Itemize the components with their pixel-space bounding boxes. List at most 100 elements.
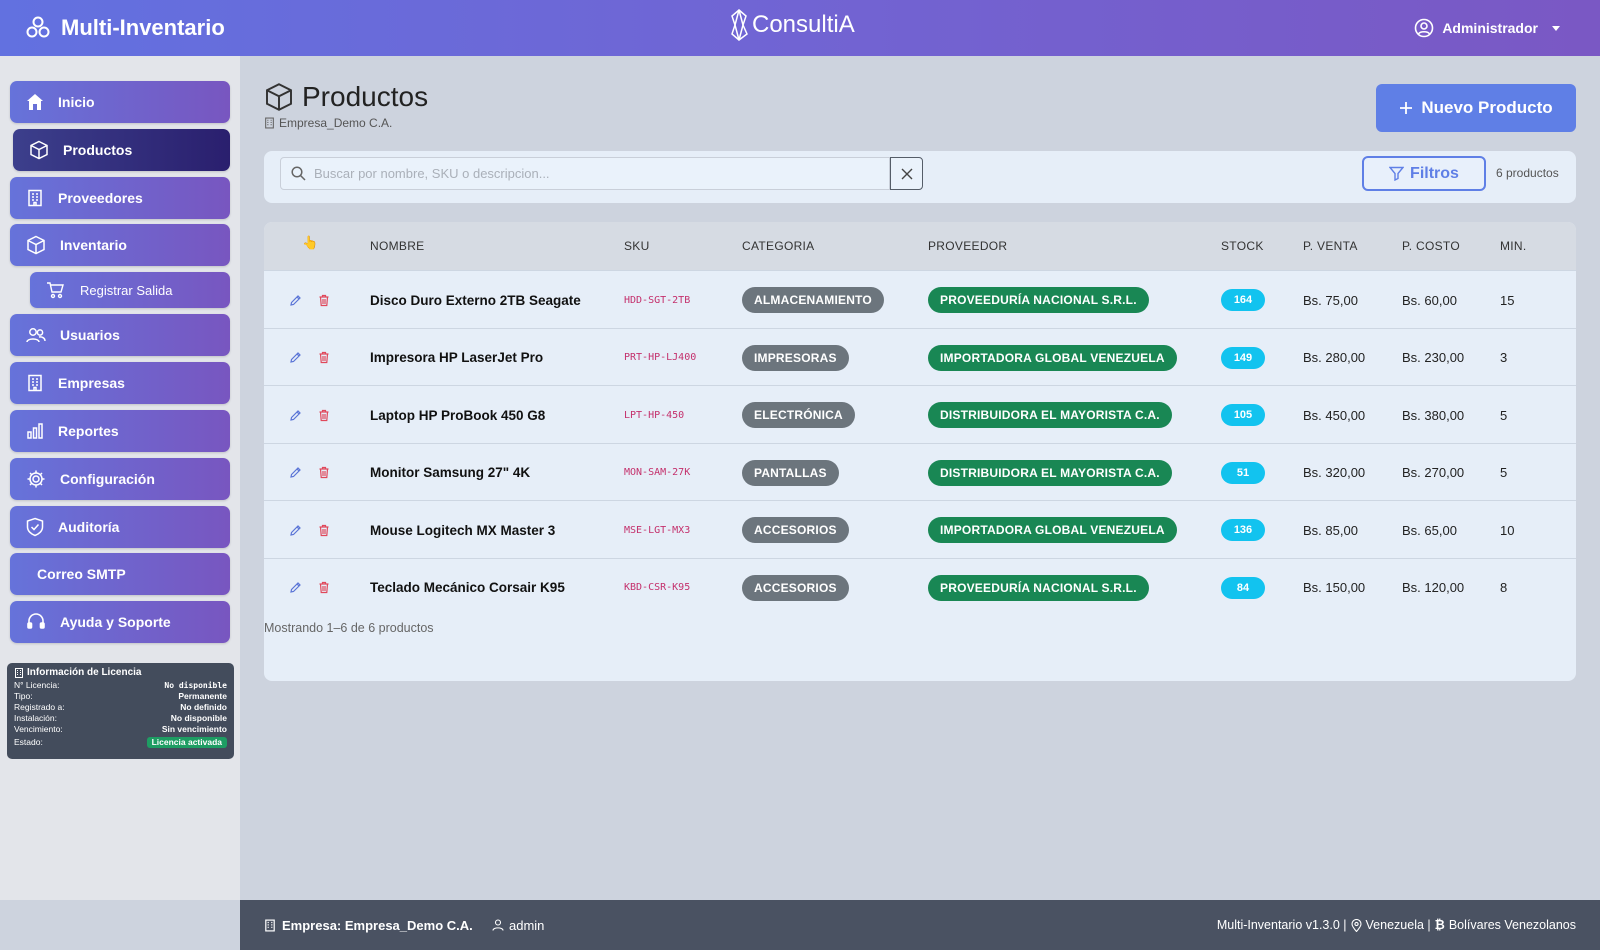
table-cell: DISTRIBUIDORA EL MAYORISTA C.A. [928,444,1172,502]
products-table: 👆 NOMBRE SKU CATEGORIA PROVEEDOR STOCK P… [264,222,1576,681]
supplier-badge: IMPORTADORA GLOBAL VENEZUELA [928,517,1177,543]
sidebar-item-configuracion[interactable]: Configuración [10,458,230,500]
bitcoin-icon: ₿ [1434,918,1445,932]
col-p-costo[interactable]: P. COSTO [1402,239,1460,253]
col-min[interactable]: MIN. [1500,239,1527,253]
sidebar: Inicio Productos Proveedores Inventario … [0,56,240,900]
sidebar-item-proveedores[interactable]: Proveedores [10,177,230,219]
home-icon [27,94,43,110]
col-p-venta[interactable]: P. VENTA [1303,239,1358,253]
cart-icon [47,282,64,299]
sidebar-item-inicio[interactable]: Inicio [10,81,230,123]
table-cell: 15 [1500,271,1514,329]
sidebar-item-label: Productos [63,142,133,158]
sidebar-item-productos[interactable]: Productos [13,129,230,171]
sidebar-item-empresas[interactable]: Empresas [10,362,230,404]
table-cell: Bs. 65,00 [1402,501,1457,559]
table-cell: Bs. 150,00 [1303,559,1365,617]
box-icon [27,235,45,255]
sidebar-item-label: Ayuda y Soporte [60,614,171,630]
table-cell: Disco Duro Externo 2TB Seagate [370,271,581,329]
delete-trash-icon[interactable] [318,329,330,387]
table-cell: 149 [1221,329,1265,387]
cost-price: Bs. 65,00 [1402,522,1457,538]
product-sku: HDD-SGT-2TB [624,294,691,306]
sidebar-item-label: Registrar Salida [80,282,173,298]
supplier-badge: IMPORTADORA GLOBAL VENEZUELA [928,344,1177,371]
search-input[interactable] [314,166,874,181]
edit-pencil-icon[interactable] [289,386,302,444]
col-proveedor[interactable]: PROVEEDOR [928,239,1007,253]
table-row: Mouse Logitech MX Master 3 MSE-LGT-MX3 ACC… [264,500,1576,558]
category-badge: ACCESORIOS [742,517,849,543]
delete-trash-icon[interactable] [318,444,330,502]
edit-pencil-icon[interactable] [289,329,302,387]
filter-icon [1389,166,1405,181]
sidebar-item-registrar-salida[interactable]: Registrar Salida [30,272,230,308]
license-row: Vencimiento: Sin vencimiento [14,724,227,734]
table-cell: PROVEEDURÍA NACIONAL S.R.L. [928,271,1149,329]
table-cell: Mouse Logitech MX Master 3 [370,501,555,559]
sidebar-item-ayuda-soporte[interactable]: Ayuda y Soporte [10,601,230,643]
building-icon [28,374,42,392]
chevron-down-icon [1552,25,1560,31]
sidebar-item-correo-smtp[interactable]: Correo SMTP [10,553,230,595]
bar-chart-icon [27,423,43,439]
user-menu[interactable]: Administrador [1414,18,1560,38]
footer: Empresa: Empresa_Demo C.A. admin Multi-I… [240,900,1600,950]
table-cell: LPT-HP-450 [624,386,684,444]
category-badge: IMPRESORAS [742,344,849,371]
col-nombre[interactable]: NOMBRE [370,239,424,253]
product-count: 6 productos [1496,166,1559,180]
table-cell: Bs. 75,00 [1303,271,1358,329]
license-row: Instalación: No disponible [14,713,227,723]
app-brand[interactable]: Multi-Inventario [0,15,225,41]
delete-trash-icon[interactable] [318,271,330,329]
search-field[interactable] [280,157,890,190]
shield-check-icon [26,517,44,537]
table-row: Laptop HP ProBook 450 G8 LPT-HP-450 ELECTR… [264,385,1576,443]
plus-icon [1400,102,1413,114]
table-cell: Bs. 85,00 [1303,501,1358,559]
footer-company: Empresa: Empresa_Demo C.A. [264,918,473,933]
edit-pencil-icon[interactable] [289,444,302,502]
sidebar-item-reportes[interactable]: Reportes [10,410,230,452]
box-icon [266,83,292,111]
top-bar: Multi-Inventario ConsultiA Administrador [0,0,1600,56]
product-name: Disco Duro Externo 2TB Seagate [370,292,581,308]
product-sku: LPT-HP-450 [624,409,685,421]
col-sku[interactable]: SKU [624,239,650,253]
col-stock[interactable]: STOCK [1221,239,1264,253]
product-name: Laptop HP ProBook 450 G8 [370,407,546,423]
filters-button[interactable]: Filtros [1362,156,1486,191]
col-categoria[interactable]: CATEGORIA [742,239,815,253]
table-cell: ACCESORIOS [742,501,849,559]
delete-trash-icon[interactable] [318,559,330,617]
sidebar-item-inventario[interactable]: Inventario [10,224,230,266]
table-cell: MON-SAM-27K [624,444,690,502]
clear-search-button[interactable] [890,157,923,190]
edit-pencil-icon[interactable] [289,271,302,329]
sidebar-item-label: Configuración [60,471,155,487]
delete-trash-icon[interactable] [318,501,330,559]
table-cell: IMPORTADORA GLOBAL VENEZUELA [928,329,1177,387]
sidebar-item-usuarios[interactable]: Usuarios [10,314,230,356]
license-title: Información de Licencia [14,667,227,678]
table-cell: PANTALLAS [742,444,839,502]
table-cell: 136 [1221,501,1265,559]
product-name: Teclado Mecánico Corsair K95 [370,580,565,595]
box-icon [30,140,48,160]
close-icon [901,168,912,179]
location-pin-icon [1350,918,1362,932]
license-row: N° Licencia: No disponible [14,680,227,690]
users-icon [26,328,46,343]
sidebar-item-auditoria[interactable]: Auditoría [10,506,230,548]
edit-pencil-icon[interactable] [289,559,302,617]
new-product-button[interactable]: Nuevo Producto [1376,84,1576,132]
table-row: Disco Duro Externo 2TB Seagate HDD-SGT-2T… [264,270,1576,328]
sale-price: Bs. 150,00 [1303,580,1366,595]
edit-pencil-icon[interactable] [289,501,302,559]
table-header: 👆 NOMBRE SKU CATEGORIA PROVEEDOR STOCK P… [264,222,1576,270]
delete-trash-icon[interactable] [318,386,330,444]
table-cell: 3 [1500,329,1507,387]
